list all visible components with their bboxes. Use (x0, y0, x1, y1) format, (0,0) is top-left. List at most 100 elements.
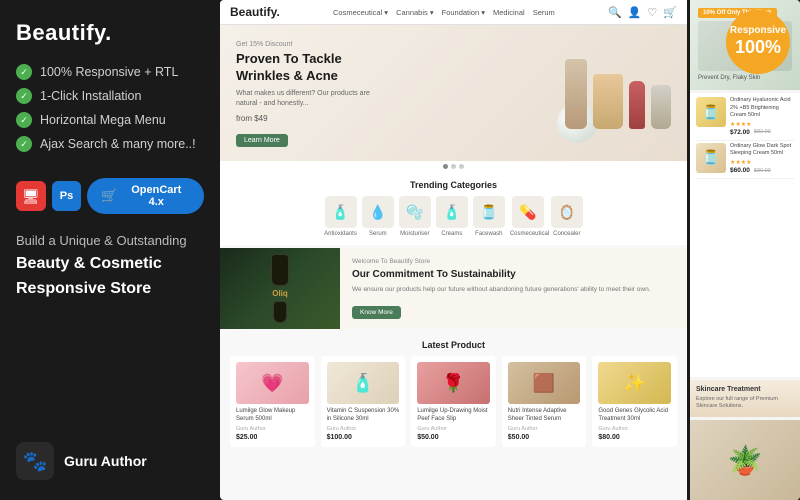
shop-logo: Beautify. (230, 5, 280, 19)
feature-label: 100% Responsive + RTL (40, 65, 178, 79)
cart-icon: 🛒 (101, 188, 117, 204)
rp-image: 🫙 (696, 143, 726, 173)
opencart-button[interactable]: 🛒 OpenCart 4.x (87, 178, 204, 214)
category-label: Moisturiser (400, 231, 429, 237)
category-item[interactable]: 🧴 Creams (436, 196, 468, 237)
shop-header: Beautify. Cosmeceutical ▾ Cannabis ▾ Fou… (220, 0, 687, 25)
product-image: 🟫 (508, 362, 581, 404)
product-price: $80.00 (598, 434, 671, 441)
category-thumb: 🧴 (436, 196, 468, 228)
author-row: 🐾 Guru Author (16, 430, 204, 480)
search-icon[interactable]: 🔍 (608, 6, 622, 19)
product-author: Guru Author (327, 426, 400, 432)
feature-item: ✓ 100% Responsive + RTL (16, 64, 204, 80)
commitment-title: Our Commitment To Sustainability (352, 268, 675, 281)
rp-image: 🫙 (696, 97, 726, 127)
category-item[interactable]: 💊 Cosmeceutical (510, 196, 546, 237)
hero-subtitle: What makes us different? Our products ar… (236, 89, 376, 109)
dot[interactable] (459, 164, 464, 169)
responsive-percent: 100% (735, 37, 781, 59)
responsive-label: Responsive (730, 25, 786, 37)
product-image: ✨ (598, 362, 671, 404)
badges-row: 🖥 Ps 🛒 OpenCart 4.x (16, 178, 204, 214)
product-card[interactable]: 🌹 Lumilge Up-Drawing Moist Peef Face Sli… (411, 356, 496, 447)
hero-dots (220, 161, 687, 172)
product-title: Good Genes Glycolic Acid Treatment 30ml (598, 408, 671, 424)
nav-item[interactable]: Foundation ▾ (442, 8, 485, 17)
right-preview: 10% Off Only This Week 🧴 Prevent Dry, Fl… (690, 0, 800, 500)
product-card[interactable]: ✨ Good Genes Glycolic Acid Treatment 30m… (592, 356, 677, 447)
category-item[interactable]: 🫙 Facewash (473, 196, 505, 237)
category-item[interactable]: 💧 Serum (362, 196, 394, 237)
category-label: Cosmeceutical (510, 231, 546, 237)
sidebar: Beautify. ✓ 100% Responsive + RTL ✓ 1-Cl… (0, 0, 220, 500)
feature-label: 1-Click Installation (40, 89, 141, 103)
category-thumb: 🧴 (325, 196, 357, 228)
trending-section: Trending Categories 🧴 Antioxidants 💧 Ser… (220, 172, 687, 245)
rp-name: Ordinary Hyaluronic Acid 2% +B5 Brighten… (730, 97, 794, 118)
feature-label: Ajax Search & many more..! (40, 137, 196, 151)
latest-section: Latest Product 💗 Lumilge Glow Makeup Ser… (220, 332, 687, 455)
check-icon: ✓ (16, 136, 32, 152)
bottle-small (273, 301, 287, 323)
category-thumb: 🪞 (551, 196, 583, 228)
right-products-list: 🫙 Ordinary Hyaluronic Acid 2% +B5 Bright… (690, 93, 800, 376)
product-card[interactable]: 🟫 Nutri Intense Adaptive Sheer Tinted Se… (502, 356, 587, 447)
nav-item[interactable]: Cosmeceutical ▾ (333, 8, 388, 17)
user-icon[interactable]: 👤 (628, 6, 642, 19)
product-card[interactable]: 💗 Lumilge Glow Makeup Serum 500ml Guru A… (230, 356, 315, 447)
category-item[interactable]: 🧴 Antioxidants (324, 196, 357, 237)
main-content: Beautify. Cosmeceutical ▾ Cannabis ▾ Fou… (220, 0, 800, 500)
rp-oldprice: $80.00 (754, 168, 771, 174)
oliq-bottle: Oliq (271, 254, 289, 323)
product-author: Guru Author (598, 426, 671, 432)
category-item[interactable]: 🫧 Moisturiser (399, 196, 431, 237)
product-author: Guru Author (236, 426, 309, 432)
commitment-section: Oliq Welcome To Beautify Store Our Commi… (220, 248, 687, 329)
right-hero-image: 🪴 (690, 420, 800, 500)
nav-item[interactable]: Serum (533, 8, 555, 17)
product-image: 🧴 (327, 362, 400, 404)
rp-oldprice: $82.00 (754, 129, 771, 135)
rp-name: Ordinary Glow Dark Spot Sleeping Cream 5… (730, 143, 794, 157)
author-name: Guru Author (64, 453, 147, 469)
brand-title: Beautify. (16, 20, 204, 46)
responsive-icon: 🖥 (16, 181, 46, 211)
rp-info: Ordinary Hyaluronic Acid 2% +B5 Brighten… (730, 97, 794, 135)
trending-title: Trending Categories (230, 180, 677, 190)
category-thumb: 💧 (362, 196, 394, 228)
product-title: Lumilge Glow Makeup Serum 500ml (236, 408, 309, 424)
store-label: Responsive Store (16, 279, 204, 300)
right-product-row[interactable]: 🫙 Ordinary Glow Dark Spot Sleeping Cream… (696, 143, 794, 179)
products-grid: 💗 Lumilge Glow Makeup Serum 500ml Guru A… (230, 356, 677, 447)
product-title: Nutri Intense Adaptive Sheer Tinted Seru… (508, 408, 581, 424)
cart-icon[interactable]: 🛒 (663, 6, 677, 19)
skin-care-title: Skincare Treatment (696, 386, 794, 393)
hero-product-serum (565, 59, 587, 129)
skin-care-section: Skincare Treatment Explore our full rang… (690, 380, 800, 417)
product-card[interactable]: 🧴 Vitamin C Suspension 30% in Silicone 3… (321, 356, 406, 447)
feature-item: ✓ 1-Click Installation (16, 88, 204, 104)
category-thumb: 🫙 (473, 196, 505, 228)
responsive-badge: Responsive 100% (726, 10, 790, 74)
rp-rating: ★★★★ (730, 121, 794, 128)
product-price: $50.00 (508, 434, 581, 441)
commitment-button[interactable]: Know More (352, 306, 401, 319)
nav-item[interactable]: Cannabis ▾ (396, 8, 434, 17)
dot[interactable] (443, 164, 448, 169)
opencart-label: OpenCart 4.x (123, 184, 190, 208)
heart-icon[interactable]: ♡ (647, 6, 657, 19)
preview-wrapper: Beautify. Cosmeceutical ▾ Cannabis ▾ Fou… (220, 0, 800, 500)
right-product-row[interactable]: 🫙 Ordinary Hyaluronic Acid 2% +B5 Bright… (696, 97, 794, 140)
commitment-text: Welcome To Beautify Store Our Commitment… (340, 248, 687, 329)
feature-item: ✓ Ajax Search & many more..! (16, 136, 204, 152)
hero-button[interactable]: Learn More (236, 134, 288, 147)
feature-label: Horizontal Mega Menu (40, 113, 166, 127)
hero-discount: Get 15% Discount (236, 41, 376, 48)
check-icon: ✓ (16, 88, 32, 104)
nav-item[interactable]: Medicinal (493, 8, 525, 17)
avatar: 🐾 (16, 442, 54, 480)
category-item[interactable]: 🪞 Concealer (551, 196, 583, 237)
product-title: Lumilge Up-Drawing Moist Peef Face Slip (417, 408, 490, 424)
dot[interactable] (451, 164, 456, 169)
